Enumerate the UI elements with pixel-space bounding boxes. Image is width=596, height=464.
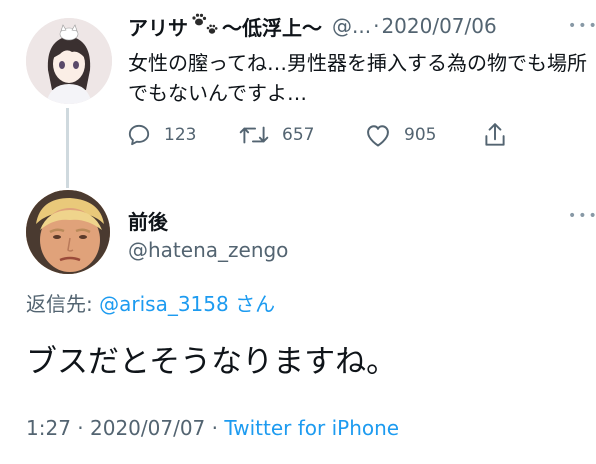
replying-to-mention-link[interactable]: @arisa_3158 [99, 292, 229, 316]
heart-icon [367, 125, 389, 147]
reply-avatar[interactable] [26, 190, 110, 274]
reply-date[interactable]: 2020/07/07 [90, 416, 205, 440]
like-count: 905 [404, 125, 437, 145]
retweet-icon [239, 126, 269, 144]
parent-handle[interactable]: @... [332, 14, 371, 38]
reply-count: 123 [164, 125, 197, 145]
reply-time[interactable]: 1:27 [26, 416, 71, 440]
parent-action-bar: 123 657 905 [126, 120, 506, 150]
parent-display-name-suffix[interactable]: 〜低浮上〜 [222, 12, 322, 41]
parent-date[interactable]: 2020/07/06 [381, 14, 496, 38]
parent-tweet-header: アリサ 〜低浮上〜 @... · 2020/07/06 [128, 12, 497, 40]
reply-handle[interactable]: @hatena_zengo [128, 238, 288, 262]
reply-button[interactable]: 123 [126, 120, 196, 150]
parent-more-options-button[interactable]: ••• [568, 18, 596, 34]
reply-more-options-button[interactable]: ••• [568, 208, 596, 224]
retweet-count: 657 [282, 125, 315, 145]
header-separator: · [373, 14, 380, 38]
retweet-button[interactable]: 657 [238, 120, 314, 150]
like-button[interactable]: 905 [364, 120, 436, 150]
paw-emoji-icon [190, 12, 220, 41]
profile-photo-image [26, 190, 110, 274]
reply-display-name[interactable]: 前後 [128, 206, 168, 235]
parent-display-name[interactable]: アリサ [128, 12, 188, 41]
share-icon [485, 123, 505, 146]
meta-separator: · [205, 416, 225, 440]
replying-to-line: 返信先: @arisa_3158 さん [26, 288, 275, 317]
tweet-source-link[interactable]: Twitter for iPhone [224, 416, 399, 440]
replying-to-prefix: 返信先: [26, 292, 100, 316]
reply-tweet-metadata: 1:27 · 2020/07/07 · Twitter for iPhone [26, 416, 399, 440]
meta-separator: · [70, 416, 90, 440]
parent-avatar[interactable] [26, 18, 112, 104]
anime-avatar-image [26, 18, 112, 104]
reply-icon [128, 124, 150, 146]
reply-tweet-text: ブスだとそうなりますね。 [26, 344, 398, 380]
thread-connector-line [66, 108, 69, 188]
replying-to-suffix: さん [228, 292, 276, 316]
parent-tweet-text: 女性の膣ってね…男性器を挿入する為の物でも場所でもないんですよ… [128, 51, 587, 105]
share-button[interactable] [482, 120, 520, 150]
